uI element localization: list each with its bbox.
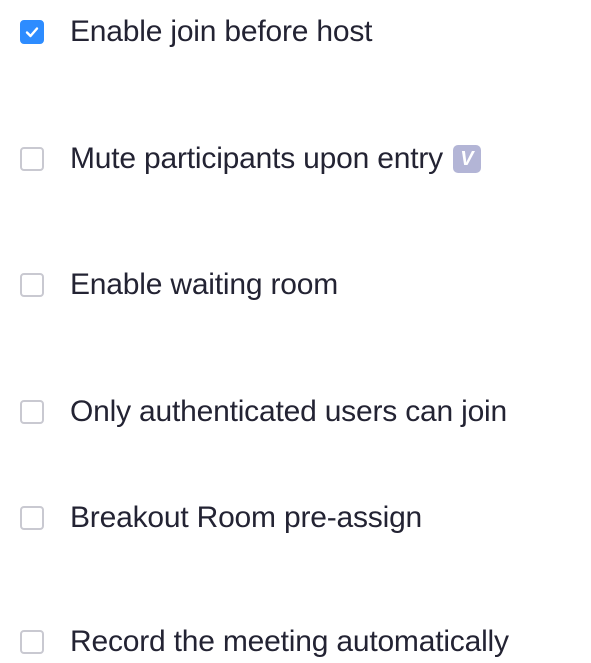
- option-label: Enable waiting room: [70, 268, 339, 301]
- option-label: Record the meeting automatically: [70, 625, 509, 658]
- checkmark-icon: [25, 27, 39, 38]
- checkbox-only-authenticated-users[interactable]: [20, 400, 44, 424]
- option-record-meeting-automatically[interactable]: Record the meeting automatically: [20, 622, 509, 662]
- option-label: Breakout Room pre-assign: [70, 501, 423, 534]
- checkbox-mute-participants-upon-entry[interactable]: [20, 147, 44, 171]
- option-mute-participants-upon-entry[interactable]: Mute participants upon entry V: [20, 139, 481, 179]
- option-only-authenticated-users[interactable]: Only authenticated users can join: [20, 392, 507, 432]
- checkbox-record-meeting-automatically[interactable]: [20, 630, 44, 654]
- option-enable-waiting-room[interactable]: Enable waiting room: [20, 265, 338, 305]
- option-breakout-room-pre-assign[interactable]: Breakout Room pre-assign: [20, 498, 422, 538]
- option-label: Enable join before host: [70, 15, 373, 48]
- option-enable-join-before-host[interactable]: Enable join before host: [20, 12, 372, 52]
- checkbox-enable-waiting-room[interactable]: [20, 273, 44, 297]
- option-label: Only authenticated users can join: [70, 395, 507, 428]
- checkbox-enable-join-before-host[interactable]: [20, 20, 44, 44]
- checkbox-breakout-room-pre-assign[interactable]: [20, 506, 44, 530]
- video-badge-icon: V: [452, 145, 481, 173]
- option-label: Mute participants upon entry: [70, 142, 443, 175]
